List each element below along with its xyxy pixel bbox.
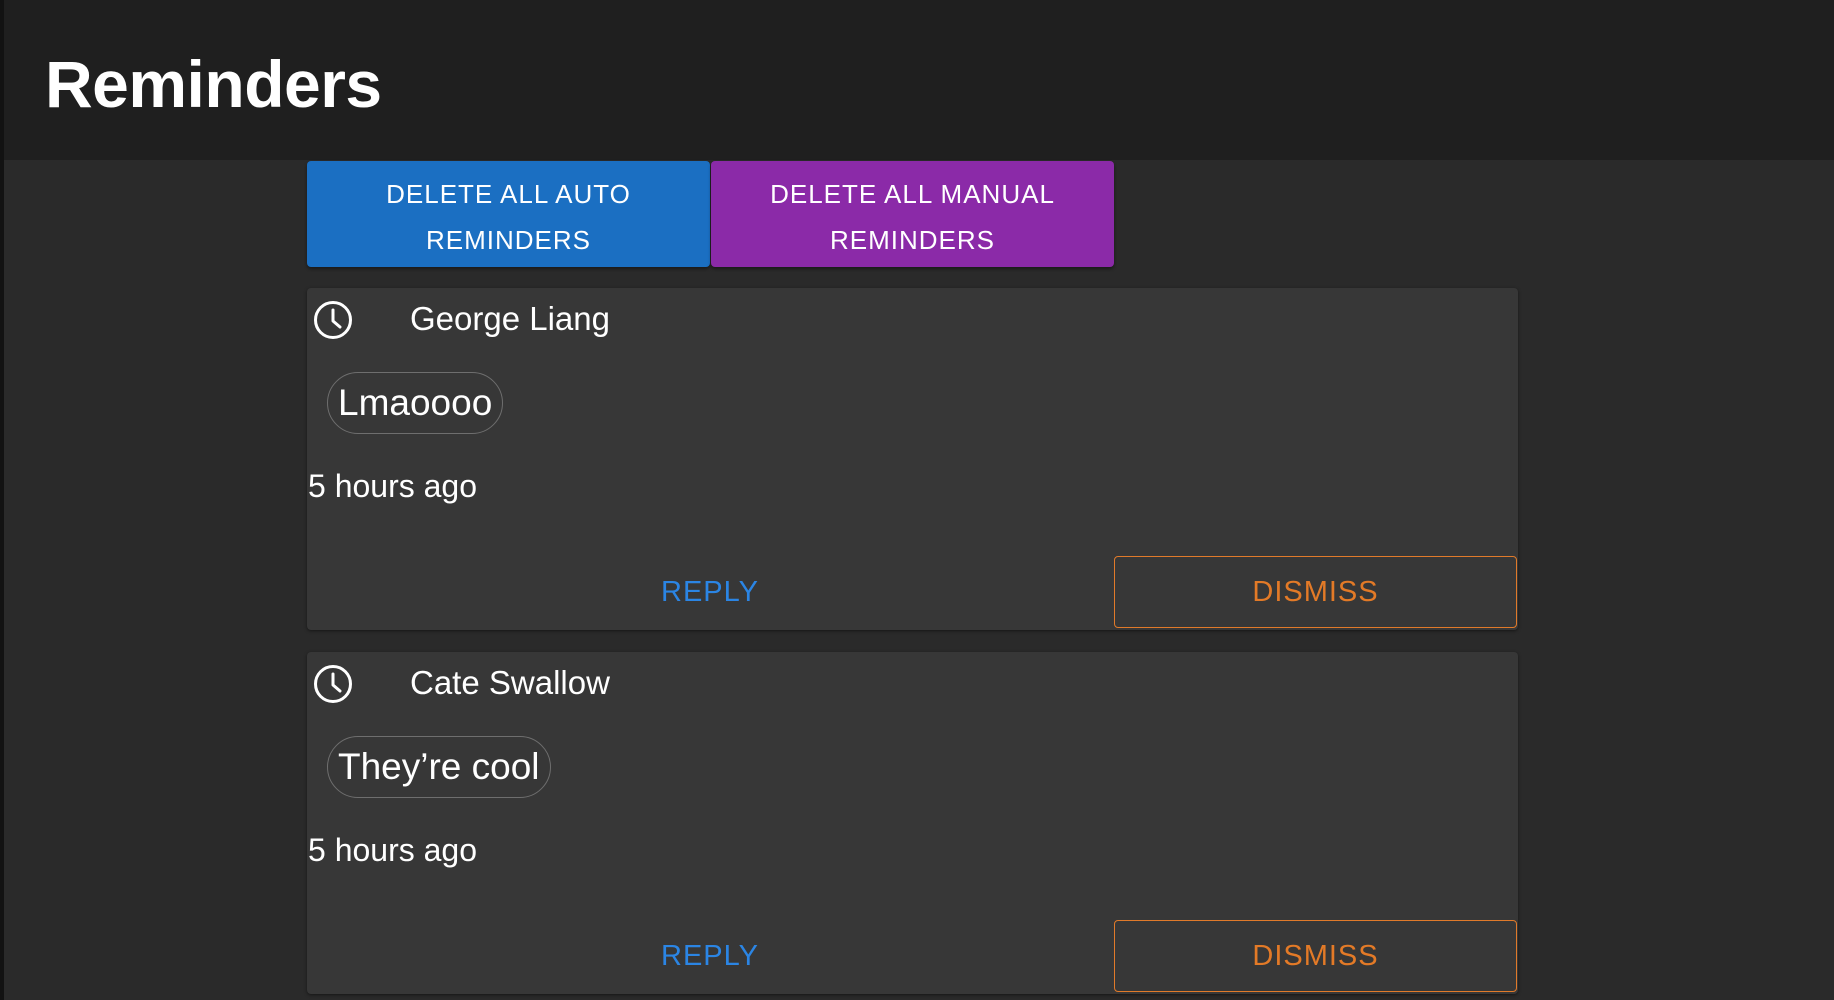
delete-all-manual-reminders-button[interactable]: DELETE ALL MANUAL REMINDERS bbox=[711, 161, 1114, 267]
clock-icon bbox=[312, 663, 354, 705]
timestamp: 5 hours ago bbox=[308, 468, 478, 504]
message-chip: Lmaoooo bbox=[327, 372, 504, 434]
reminder-card: Cate Swallow They’re cool 5 hours ago RE… bbox=[307, 652, 1518, 994]
clock-icon bbox=[312, 299, 354, 341]
reply-button[interactable]: REPLY bbox=[307, 556, 1113, 628]
dismiss-button[interactable]: DISMISS bbox=[1114, 920, 1517, 992]
delete-all-auto-reminders-button[interactable]: DELETE ALL AUTO REMINDERS bbox=[307, 161, 710, 267]
timestamp: 5 hours ago bbox=[308, 832, 478, 868]
reminders-app: Reminders DELETE ALL AUTO REMINDERS DELE… bbox=[0, 0, 1834, 1000]
message-chip: They’re cool bbox=[327, 736, 551, 798]
page-header: Reminders bbox=[4, 0, 1834, 160]
dismiss-button[interactable]: DISMISS bbox=[1114, 556, 1517, 628]
sender-name: Cate Swallow bbox=[410, 664, 610, 701]
sender-name: George Liang bbox=[410, 300, 610, 337]
reply-button[interactable]: REPLY bbox=[307, 920, 1113, 992]
page-title: Reminders bbox=[45, 47, 382, 121]
reminder-card: George Liang Lmaoooo 5 hours ago REPLY D… bbox=[307, 288, 1518, 630]
